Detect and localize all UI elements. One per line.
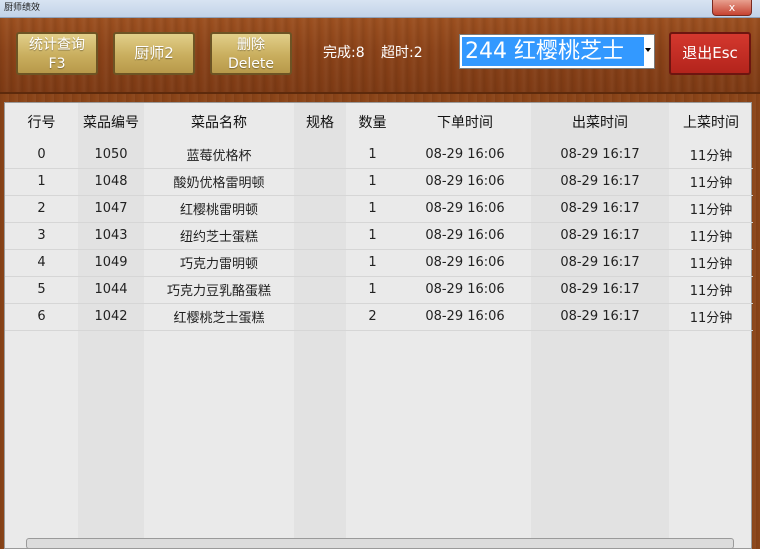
- order-table: 行号 菜品编号 菜品名称 规格 数量 下单时间 出菜时间 上菜时间 0 1050…: [5, 103, 753, 331]
- row-number-cell: 5: [5, 276, 78, 304]
- table-header-row: 行号 菜品编号 菜品名称 规格 数量 下单时间 出菜时间 上菜时间: [5, 103, 753, 141]
- out-time-cell: 08-29 16:17: [531, 195, 669, 223]
- quantity-cell: 1: [346, 249, 399, 277]
- stats-query-button[interactable]: 统计查询 F3: [16, 32, 98, 75]
- table-row[interactable]: 1 1048 酸奶优格雷明顿 1 08-29 16:06 08-29 16:17…: [5, 168, 753, 196]
- order-time-cell: 08-29 16:06: [399, 141, 531, 169]
- spec-cell: [294, 276, 346, 304]
- row-number-cell: 6: [5, 303, 78, 331]
- horizontal-scrollbar[interactable]: [26, 538, 734, 549]
- dish-select-value: 244 红樱桃芝士: [462, 37, 644, 66]
- serve-time-cell-late: 11分钟: [669, 303, 753, 331]
- dish-name-cell: 酸奶优格雷明顿: [144, 168, 294, 196]
- out-time-cell: 08-29 16:17: [531, 141, 669, 169]
- order-time-cell: 08-29 16:06: [399, 303, 531, 331]
- serve-time-cell: 11分钟: [669, 195, 753, 223]
- order-time-cell: 08-29 16:06: [399, 249, 531, 277]
- table-row[interactable]: 0 1050 蓝莓优格杯 1 08-29 16:06 08-29 16:17 1…: [5, 141, 753, 169]
- spec-cell: [294, 141, 346, 169]
- delete-button[interactable]: 删除 Delete: [210, 32, 292, 75]
- stats-query-shortcut: F3: [48, 56, 66, 72]
- dish-name-cell: 纽约芝士蛋糕: [144, 222, 294, 250]
- row-number-cell: 3: [5, 222, 78, 250]
- dish-name-cell: 巧克力雷明顿: [144, 249, 294, 277]
- table-row[interactable]: 6 1042 红樱桃芝士蛋糕 2 08-29 16:06 08-29 16:17…: [5, 303, 753, 331]
- column-header[interactable]: 菜品名称: [144, 103, 294, 141]
- dish-code-cell: 1043: [78, 222, 144, 250]
- table-row[interactable]: 5 1044 巧克力豆乳酪蛋糕 1 08-29 16:06 08-29 16:1…: [5, 276, 753, 304]
- quantity-cell: 1: [346, 195, 399, 223]
- row-number-cell: 2: [5, 195, 78, 223]
- dish-code-cell: 1050: [78, 141, 144, 169]
- quantity-cell: 1: [346, 141, 399, 169]
- out-time-cell: 08-29 16:17: [531, 222, 669, 250]
- chef-button[interactable]: 厨师2: [113, 32, 195, 75]
- column-header[interactable]: 行号: [5, 103, 78, 141]
- column-header[interactable]: 出菜时间: [531, 103, 669, 141]
- window-title: 厨师绩效: [4, 3, 41, 13]
- serve-time-cell: 11分钟: [669, 168, 753, 196]
- chevron-down-icon[interactable]: [645, 48, 651, 52]
- dish-code-cell: 1047: [78, 195, 144, 223]
- spec-cell: [294, 303, 346, 331]
- spec-cell: [294, 168, 346, 196]
- overtime-count: 超时:2: [381, 45, 423, 61]
- column-header[interactable]: 规格: [294, 103, 346, 141]
- dish-code-cell: 1049: [78, 249, 144, 277]
- dish-name-cell: 巧克力豆乳酪蛋糕: [144, 276, 294, 304]
- serve-time-cell: 11分钟: [669, 249, 753, 277]
- row-number-cell: 4: [5, 249, 78, 277]
- quantity-cell: 1: [346, 276, 399, 304]
- toolbar-panel: 统计查询 F3 厨师2 删除 Delete 完成:8 超时:2 244 红樱桃芝…: [0, 18, 760, 94]
- dish-name-cell: 蓝莓优格杯: [144, 141, 294, 169]
- serve-time-cell: 11分钟: [669, 276, 753, 304]
- grid-area: 行号 菜品编号 菜品名称 规格 数量 下单时间 出菜时间 上菜时间 0 1050…: [0, 94, 760, 549]
- order-time-cell: 08-29 16:06: [399, 276, 531, 304]
- column-header[interactable]: 菜品编号: [78, 103, 144, 141]
- spec-cell: [294, 222, 346, 250]
- delete-label: 删除: [237, 37, 265, 53]
- order-time-cell: 08-29 16:06: [399, 222, 531, 250]
- window-titlebar: 厨师绩效 x: [0, 0, 760, 18]
- delete-shortcut: Delete: [228, 56, 274, 72]
- quantity-cell: 1: [346, 222, 399, 250]
- spec-cell: [294, 195, 346, 223]
- row-number-cell: 0: [5, 141, 78, 169]
- dish-code-cell: 1044: [78, 276, 144, 304]
- column-header[interactable]: 数量: [346, 103, 399, 141]
- stats-query-label: 统计查询: [29, 37, 85, 53]
- exit-button[interactable]: 退出Esc: [669, 32, 751, 75]
- dish-select[interactable]: 244 红樱桃芝士: [459, 34, 655, 69]
- completed-count: 完成:8: [323, 45, 365, 61]
- out-time-cell: 08-29 16:17: [531, 276, 669, 304]
- quantity-cell: 1: [346, 168, 399, 196]
- order-time-cell: 08-29 16:06: [399, 168, 531, 196]
- dish-code-cell: 1048: [78, 168, 144, 196]
- table-row[interactable]: 2 1047 红樱桃雷明顿 1 08-29 16:06 08-29 16:17 …: [5, 195, 753, 223]
- dish-name-cell: 红樱桃芝士蛋糕: [144, 303, 294, 331]
- column-header[interactable]: 下单时间: [399, 103, 531, 141]
- out-time-cell: 08-29 16:17: [531, 168, 669, 196]
- dish-code-cell: 1042: [78, 303, 144, 331]
- spec-cell: [294, 249, 346, 277]
- order-grid: 行号 菜品编号 菜品名称 规格 数量 下单时间 出菜时间 上菜时间 0 1050…: [4, 102, 753, 549]
- table-row[interactable]: 4 1049 巧克力雷明顿 1 08-29 16:06 08-29 16:17 …: [5, 249, 753, 277]
- serve-time-cell: 11分钟: [669, 222, 753, 250]
- serve-time-cell: 11分钟: [669, 141, 753, 169]
- row-number-cell: 1: [5, 168, 78, 196]
- out-time-cell: 08-29 16:17: [531, 249, 669, 277]
- out-time-cell: 08-29 16:17: [531, 303, 669, 331]
- quantity-cell: 2: [346, 303, 399, 331]
- order-time-cell: 08-29 16:06: [399, 195, 531, 223]
- table-row[interactable]: 3 1043 纽约芝士蛋糕 1 08-29 16:06 08-29 16:17 …: [5, 222, 753, 250]
- dish-name-cell: 红樱桃雷明顿: [144, 195, 294, 223]
- window-close-button[interactable]: x: [712, 0, 752, 16]
- column-header[interactable]: 上菜时间: [669, 103, 753, 141]
